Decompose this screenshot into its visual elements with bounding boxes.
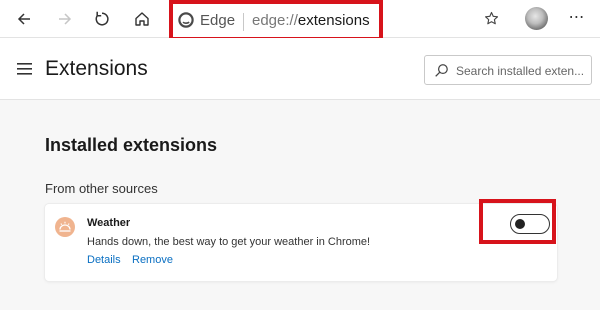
installed-extensions-heading: Installed extensions	[45, 135, 218, 155]
other-sources-heading: From other sources	[45, 181, 158, 196]
profile-avatar[interactable]	[525, 7, 548, 30]
home-button[interactable]	[129, 6, 155, 32]
more-menu-button[interactable]: ⋯	[566, 7, 588, 29]
star-icon	[485, 11, 499, 25]
arrow-right-icon	[59, 13, 72, 25]
details-link[interactable]: Details	[87, 254, 121, 266]
hamburger-icon[interactable]	[17, 62, 33, 81]
extension-description: Hands down, the best way to get your wea…	[87, 236, 371, 248]
back-button[interactable]	[11, 6, 37, 32]
toggle-highlight-box	[479, 199, 556, 244]
search-icon	[434, 63, 449, 83]
extensions-header: Extensions	[0, 38, 600, 100]
refresh-icon	[95, 11, 109, 26]
extension-name: Weather	[87, 217, 131, 229]
arrow-left-icon	[17, 13, 30, 25]
home-icon	[135, 12, 149, 26]
search-box[interactable]	[424, 55, 592, 85]
weather-extension-icon	[55, 217, 75, 237]
search-input[interactable]	[456, 62, 588, 80]
remove-link[interactable]: Remove	[132, 254, 173, 266]
refresh-button[interactable]	[89, 6, 115, 32]
address-highlight-box	[169, 0, 383, 41]
favorite-star-button[interactable]	[484, 11, 499, 31]
forward-button[interactable]	[52, 6, 78, 32]
page-title: Extensions	[45, 57, 148, 80]
